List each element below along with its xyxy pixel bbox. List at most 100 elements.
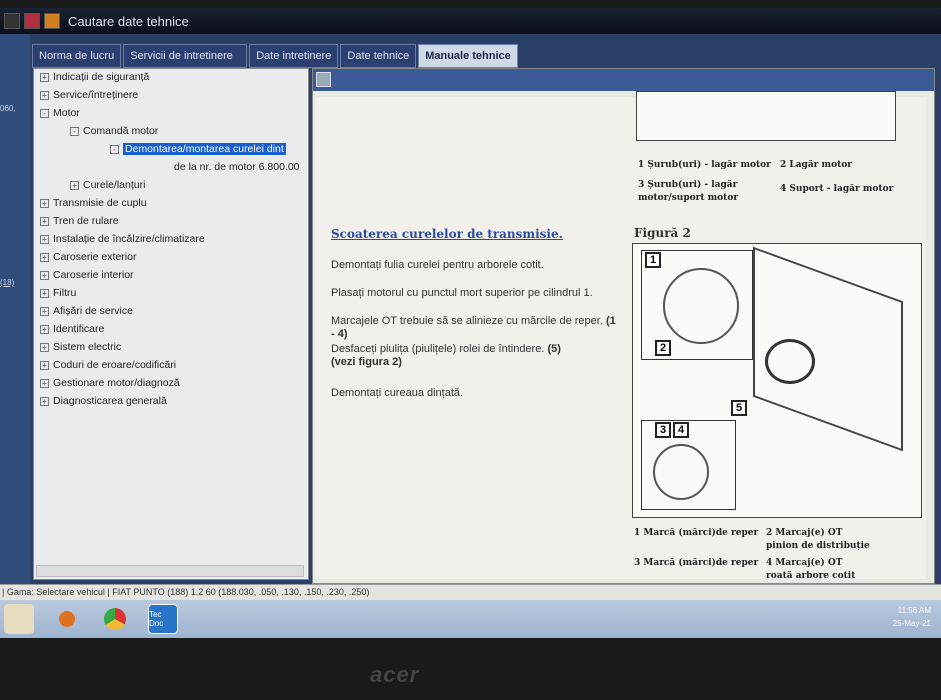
tree-item[interactable]: - Comandă motor [70, 125, 158, 137]
menu-icon[interactable] [4, 13, 20, 29]
tree-item-label: Sistem electric [53, 341, 122, 353]
tree-item[interactable]: + Curele/lanțuri [70, 179, 145, 191]
expand-icon[interactable]: + [40, 252, 49, 262]
tree-item[interactable]: + Gestionare motor/diagnoză [40, 377, 180, 389]
legend-item: 1 Marcă (mărci)de reper [634, 528, 759, 538]
tree-item[interactable]: de la nr. de motor 6.800.00 [174, 161, 300, 173]
tree-item[interactable]: + Instalație de încălzire/climatizare [40, 233, 205, 245]
tree-item-label: Tren de rulare [53, 215, 119, 227]
instruction-text: Plasați motorul cu punctul mort superior… [331, 287, 593, 299]
tab-manuale-tehnice[interactable]: Manuale tehnice [418, 44, 518, 68]
collapse-icon[interactable]: - [70, 126, 79, 136]
tree-item[interactable]: + Sistem electric [40, 341, 121, 353]
expand-icon[interactable]: + [40, 288, 49, 298]
tecdoc-icon[interactable]: Tec Doc [148, 604, 178, 634]
horizontal-scrollbar[interactable] [36, 565, 304, 577]
figure-label: 2 [655, 340, 671, 356]
strip-text: (18) [0, 278, 15, 287]
instruction-text: Marcajele OT trebuie să se alinieze cu m… [331, 315, 603, 327]
figure-2-image: 1 2 3 4 5 [632, 243, 922, 518]
tab-servicii-de-intretinere[interactable]: Servicii de intretinere [123, 44, 248, 68]
expand-icon[interactable]: + [70, 180, 79, 190]
legend-item: 1 Șurub(uri) - lagăr motor [638, 160, 771, 170]
instruction-text: Demontați cureaua dințată. [331, 387, 464, 399]
media-player-icon[interactable] [52, 604, 82, 634]
expand-icon[interactable]: + [40, 234, 49, 244]
background-window-strip: 060, (18) [0, 34, 30, 584]
system-clock[interactable]: 11:56 AM 25-May-21 [893, 604, 931, 630]
expand-icon[interactable]: + [40, 198, 49, 208]
tree-item[interactable]: + Filtru [40, 287, 76, 299]
clock-time: 11:56 AM [897, 606, 931, 615]
window-title: Cautare date tehnice [68, 13, 189, 29]
tab-norma-de-lucru[interactable]: Norma de lucru [32, 44, 122, 68]
tree-item-label: Gestionare motor/diagnoză [53, 377, 180, 389]
tree-item-label: de la nr. de motor 6.800.00 [174, 161, 300, 173]
figure-label: 3 [655, 422, 671, 438]
collapse-icon[interactable]: - [110, 144, 119, 154]
legend-item: 4 Marcaj(e) OT roată arbore cotit [766, 558, 856, 581]
screen: Cautare date tehnice 060, (18) Norma de … [0, 8, 941, 638]
acer-logo: acer [370, 662, 420, 687]
expand-icon[interactable]: + [40, 306, 49, 316]
tree-item-label: Identificare [53, 323, 105, 335]
tree-item[interactable]: - Motor [40, 107, 80, 119]
figure-1-image [636, 91, 896, 141]
figure-label: 1 [645, 252, 661, 268]
tree-item[interactable]: - Demontarea/montarea curelei dint [110, 143, 286, 155]
tree-item-label: Transmisie de cuplu [53, 197, 147, 209]
expand-icon[interactable]: + [40, 378, 49, 388]
legend-item: 3 Marcă (mărci)de reper [634, 558, 759, 568]
tree-item-label: Diagnosticarea generală [53, 395, 167, 407]
tree-item-label: Filtru [53, 287, 77, 299]
expand-icon[interactable]: + [40, 360, 49, 370]
tree-item-label: Caroserie interior [53, 269, 134, 281]
close-icon[interactable] [24, 13, 40, 29]
tree-item[interactable]: + Caroserie interior [40, 269, 134, 281]
document-view: 1 Șurub(uri) - lagăr motor 2 Lagăr motor… [316, 91, 926, 581]
explorer-icon[interactable] [4, 604, 34, 634]
instruction-text: Demontați fulia curelei pentru arborele … [331, 259, 544, 271]
tree-item[interactable]: + Service/întreținere [40, 89, 138, 101]
figure-label: 4 [673, 422, 689, 438]
tree-item[interactable]: + Caroserie exterior [40, 251, 136, 263]
expand-icon[interactable]: + [40, 90, 49, 100]
expand-icon[interactable]: + [40, 270, 49, 280]
legend-item: 3 Șurub(uri) - lagăr motor/suport motor [638, 180, 739, 203]
tree-item-label: Coduri de eroare/codificări [53, 359, 177, 371]
strip-text: 060, [0, 104, 16, 113]
tree-item[interactable]: + Coduri de eroare/codificări [40, 359, 176, 371]
tree-view: + Indicații de siguranță + Service/întrețin… [33, 68, 309, 580]
tab-bar: Norma de lucru Servicii de intretinere D… [32, 44, 518, 68]
tree-item[interactable]: + Diagnosticarea generală [40, 395, 167, 407]
tree-item[interactable]: + Indicații de siguranță [40, 71, 149, 83]
expand-icon[interactable]: + [40, 396, 49, 406]
expand-icon[interactable]: + [40, 216, 49, 226]
title-bar: Cautare date tehnice [0, 8, 941, 34]
tree-item[interactable]: + Identificare [40, 323, 104, 335]
tree-item-label: Comandă motor [83, 125, 159, 137]
tree-item[interactable]: + Tren de rulare [40, 215, 119, 227]
figure-link[interactable]: (vezi figura 2) [331, 356, 402, 368]
instruction-text: Desfaceți piulița (piulițele) rolei de î… [331, 343, 545, 355]
status-bar: | Gama: Selectare vehicul | FIAT PUNTO (… [0, 584, 941, 600]
tree-item-label: Instalație de încălzire/climatizare [53, 233, 205, 245]
tree-item[interactable]: + Transmisie de cuplu [40, 197, 147, 209]
print-icon[interactable] [316, 72, 331, 87]
figure-label: 5 [731, 400, 747, 416]
tree-item-label: Caroserie exterior [53, 251, 137, 263]
expand-icon[interactable]: + [40, 342, 49, 352]
legend-item: 2 Marcaj(e) OT pinion de distribuție [766, 528, 870, 551]
section-heading: Scoaterea curelelor de transmisie. [331, 227, 563, 241]
chrome-icon[interactable] [100, 604, 130, 634]
legend-item: 4 Suport - lagăr motor [780, 184, 894, 194]
tree-item-label: Service/întreținere [53, 89, 139, 101]
tab-date-tehnice[interactable]: Date tehnice [340, 44, 417, 68]
tree-item[interactable]: + Afișări de service [40, 305, 133, 317]
expand-icon[interactable]: + [40, 324, 49, 334]
tab-date-intretinere[interactable]: Date intretinere [249, 44, 339, 68]
collapse-icon[interactable]: - [40, 108, 49, 118]
back-icon[interactable] [44, 13, 60, 29]
document-pane: 1 Șurub(uri) - lagăr motor 2 Lagăr motor… [312, 68, 935, 584]
expand-icon[interactable]: + [40, 72, 49, 82]
